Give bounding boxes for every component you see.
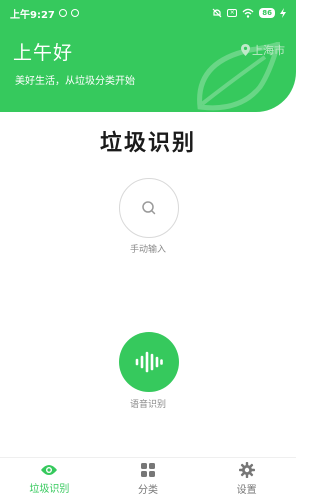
grid-icon: [141, 463, 155, 477]
nav-item-category[interactable]: 分类: [99, 458, 198, 500]
manual-input-label: 手动输入: [129, 245, 166, 255]
sim-icon: ×: [227, 9, 238, 17]
mute-icon: [212, 8, 222, 18]
location-label: 上海市: [252, 44, 285, 57]
header-subtitle: 美好生活，从垃圾分类开始: [15, 76, 135, 87]
notification-icon: [58, 9, 67, 17]
sync-icon: [70, 9, 79, 17]
nav-item-settings[interactable]: 设置: [197, 458, 296, 500]
status-right-icons: × 86: [212, 8, 286, 18]
header-banner: 上午9:27 × 86 上午好 美好生活，从垃圾分类开始 上海市: [0, 0, 296, 112]
voice-recognition-label: 语音识别: [129, 400, 166, 410]
nav-label-settings: 设置: [236, 485, 257, 496]
wifi-icon: [242, 8, 254, 18]
status-time: 上午9:27: [10, 9, 55, 21]
page-title: 垃圾识别: [99, 131, 196, 156]
nav-label-category: 分类: [138, 485, 158, 496]
nav-label-recognition: 垃圾识别: [29, 484, 70, 495]
voice-recognition-button[interactable]: [119, 332, 179, 392]
status-bar: 上午9:27 × 86: [0, 0, 296, 26]
bottom-nav: 垃圾识别 分类 设置: [0, 457, 296, 500]
eye-icon: [41, 465, 58, 475]
gear-icon: [238, 462, 255, 478]
charging-icon: [280, 8, 286, 18]
search-icon: [142, 201, 156, 215]
app-screen: 上午9:27 × 86 上午好 美好生活，从垃圾分类开始 上海市 垃圾识别 手动…: [0, 0, 296, 500]
map-pin-icon: [241, 44, 250, 56]
manual-input-button[interactable]: [119, 178, 179, 238]
greeting-title: 上午好: [13, 42, 74, 64]
nav-item-recognition[interactable]: 垃圾识别: [0, 458, 99, 500]
battery-icon: 86: [259, 8, 275, 18]
voice-waveform-icon: [135, 351, 163, 373]
status-notification-icons: [58, 9, 79, 17]
location-selector[interactable]: 上海市: [241, 42, 285, 58]
